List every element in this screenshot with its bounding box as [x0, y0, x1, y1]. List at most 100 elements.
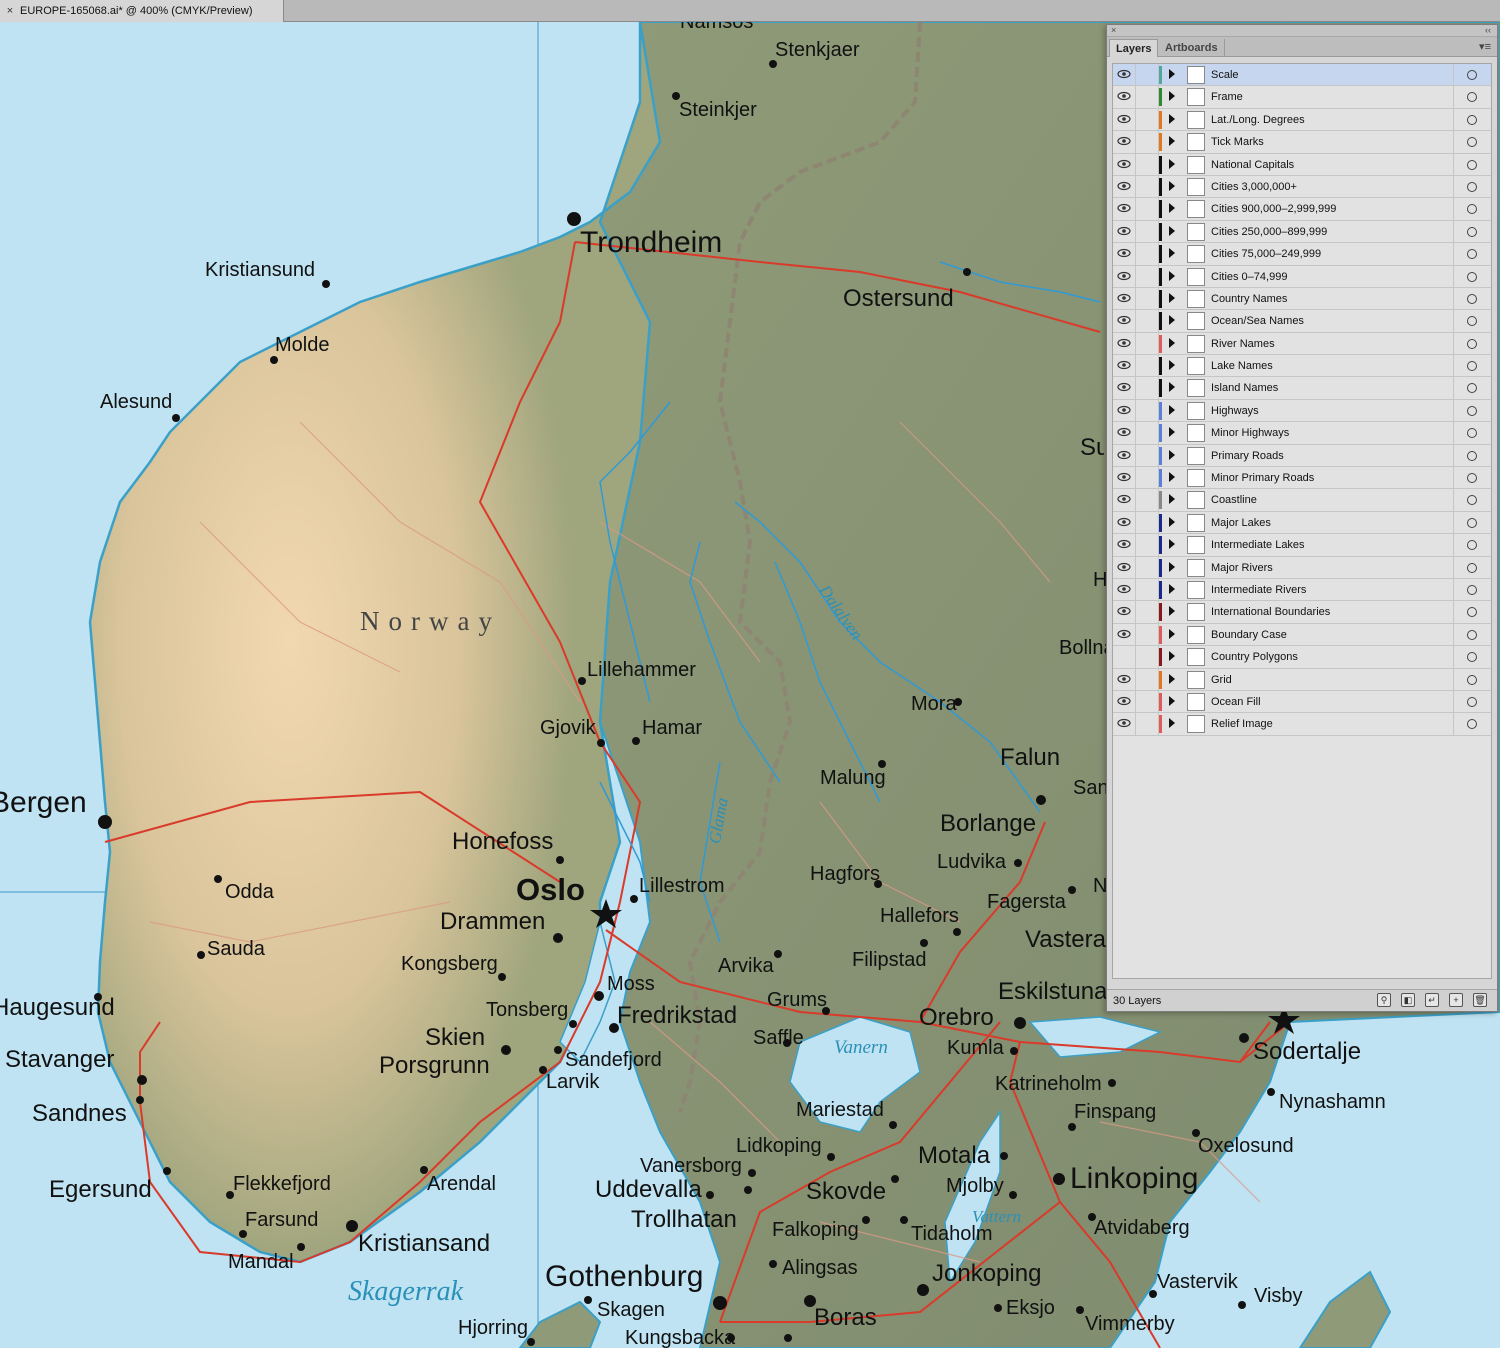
expand-arrow-icon[interactable]	[1169, 516, 1175, 527]
eye-icon[interactable]	[1117, 404, 1131, 416]
layer-row[interactable]: Cities 0–74,999	[1113, 265, 1491, 288]
eye-icon[interactable]	[1117, 561, 1131, 573]
expand-arrow-icon[interactable]	[1169, 427, 1175, 438]
eye-icon[interactable]	[1117, 135, 1131, 147]
expand-arrow-icon[interactable]	[1169, 606, 1175, 617]
lock-toggle[interactable]	[1135, 220, 1159, 243]
eye-icon[interactable]	[1117, 113, 1131, 125]
layer-row[interactable]: Major Lakes	[1113, 511, 1491, 535]
close-panel-icon[interactable]: ×	[1111, 25, 1116, 35]
expand-arrow-icon[interactable]	[1169, 136, 1175, 147]
target-indicator[interactable]	[1453, 355, 1491, 377]
expand-arrow-icon[interactable]	[1169, 695, 1175, 706]
layer-row[interactable]: Intermediate Lakes	[1113, 534, 1491, 557]
close-document-icon[interactable]: ×	[0, 5, 20, 17]
tab-artboards[interactable]: Artboards	[1159, 39, 1225, 57]
target-indicator[interactable]	[1453, 601, 1491, 623]
expand-arrow-icon[interactable]	[1169, 91, 1175, 102]
visibility-toggle[interactable]	[1117, 650, 1131, 662]
lock-toggle[interactable]	[1135, 243, 1159, 265]
eye-icon[interactable]	[1117, 583, 1131, 595]
expand-arrow-icon[interactable]	[1169, 651, 1175, 662]
target-indicator[interactable]	[1453, 534, 1491, 556]
expand-arrow-icon[interactable]	[1169, 69, 1175, 79]
expand-arrow-icon[interactable]	[1169, 360, 1175, 371]
layer-row[interactable]: Lat./Long. Degrees	[1113, 108, 1491, 132]
document-tab[interactable]: × EUROPE-165068.ai* @ 400% (CMYK/Preview…	[0, 0, 284, 22]
target-indicator[interactable]	[1453, 511, 1491, 534]
target-indicator[interactable]	[1453, 198, 1491, 220]
eye-icon[interactable]	[1117, 202, 1131, 214]
expand-arrow-icon[interactable]	[1169, 180, 1175, 191]
target-indicator[interactable]	[1453, 64, 1491, 86]
layer-row[interactable]: Minor Highways	[1113, 422, 1491, 445]
eye-icon[interactable]	[1117, 381, 1131, 393]
panel-title-bar[interactable]: × ‹‹	[1107, 25, 1497, 37]
target-indicator[interactable]	[1453, 623, 1491, 646]
target-indicator[interactable]	[1453, 332, 1491, 355]
eye-icon[interactable]	[1117, 314, 1131, 326]
lock-toggle[interactable]	[1135, 399, 1159, 422]
layer-row[interactable]: Lake Names	[1113, 355, 1491, 378]
layer-row[interactable]: Cities 75,000–249,999	[1113, 243, 1491, 266]
lock-toggle[interactable]	[1135, 422, 1159, 444]
layer-row[interactable]: Ocean Fill	[1113, 690, 1491, 714]
target-indicator[interactable]	[1453, 668, 1491, 690]
panel-menu-icon[interactable]: ▾≡	[1479, 40, 1491, 53]
target-indicator[interactable]	[1453, 287, 1491, 310]
expand-arrow-icon[interactable]	[1169, 404, 1175, 415]
expand-arrow-icon[interactable]	[1169, 270, 1175, 281]
layer-row[interactable]: Island Names	[1113, 377, 1491, 400]
target-indicator[interactable]	[1453, 153, 1491, 175]
expand-arrow-icon[interactable]	[1169, 673, 1175, 684]
target-indicator[interactable]	[1453, 556, 1491, 578]
eye-icon[interactable]	[1117, 493, 1131, 505]
lock-toggle[interactable]	[1135, 578, 1159, 601]
eye-icon[interactable]	[1117, 516, 1131, 528]
layer-row[interactable]: Primary Roads	[1113, 444, 1491, 468]
layer-row[interactable]: Scale	[1113, 64, 1491, 87]
eye-icon[interactable]	[1117, 292, 1131, 304]
expand-arrow-icon[interactable]	[1169, 113, 1175, 124]
lock-toggle[interactable]	[1135, 198, 1159, 220]
eye-icon[interactable]	[1117, 359, 1131, 371]
expand-arrow-icon[interactable]	[1169, 203, 1175, 214]
lock-toggle[interactable]	[1135, 646, 1159, 668]
lock-toggle[interactable]	[1135, 287, 1159, 310]
layer-row[interactable]: Country Names	[1113, 287, 1491, 311]
target-indicator[interactable]	[1453, 690, 1491, 713]
lock-toggle[interactable]	[1135, 668, 1159, 690]
target-indicator[interactable]	[1453, 489, 1491, 511]
lock-toggle[interactable]	[1135, 332, 1159, 355]
lock-toggle[interactable]	[1135, 108, 1159, 131]
target-indicator[interactable]	[1453, 646, 1491, 668]
layer-row[interactable]: Boundary Case	[1113, 623, 1491, 647]
target-indicator[interactable]	[1453, 108, 1491, 131]
layer-row[interactable]: Coastline	[1113, 489, 1491, 512]
target-indicator[interactable]	[1453, 399, 1491, 422]
expand-arrow-icon[interactable]	[1169, 718, 1175, 729]
layer-row[interactable]: Highways	[1113, 399, 1491, 423]
eye-icon[interactable]	[1117, 90, 1131, 102]
eye-icon[interactable]	[1117, 158, 1131, 170]
eye-icon[interactable]	[1117, 225, 1131, 237]
lock-toggle[interactable]	[1135, 467, 1159, 489]
lock-toggle[interactable]	[1135, 310, 1159, 332]
eye-icon[interactable]	[1117, 180, 1131, 192]
layer-row[interactable]: Cities 250,000–899,999	[1113, 220, 1491, 244]
layer-row[interactable]: National Capitals	[1113, 153, 1491, 176]
lock-toggle[interactable]	[1135, 601, 1159, 623]
expand-arrow-icon[interactable]	[1169, 382, 1175, 393]
lock-toggle[interactable]	[1135, 623, 1159, 646]
layer-row[interactable]: River Names	[1113, 332, 1491, 356]
eye-icon[interactable]	[1117, 270, 1131, 282]
lock-toggle[interactable]	[1135, 86, 1159, 108]
eye-icon[interactable]	[1117, 68, 1131, 80]
expand-arrow-icon[interactable]	[1169, 583, 1175, 594]
expand-arrow-icon[interactable]	[1169, 539, 1175, 550]
expand-arrow-icon[interactable]	[1169, 292, 1175, 303]
eye-icon[interactable]	[1117, 695, 1131, 707]
expand-arrow-icon[interactable]	[1169, 472, 1175, 483]
lock-toggle[interactable]	[1135, 489, 1159, 511]
layer-row[interactable]: Minor Primary Roads	[1113, 467, 1491, 490]
